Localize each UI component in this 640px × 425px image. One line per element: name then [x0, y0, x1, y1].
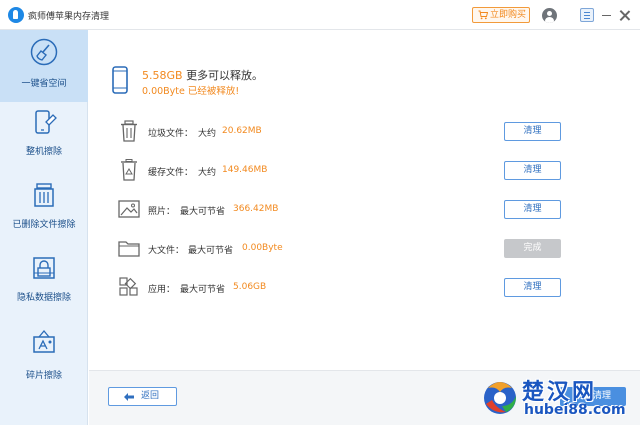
sidebar-item-wipe-device[interactable]: 整机擦除 — [0, 102, 88, 174]
sidebar-item-deleted-files[interactable]: 已删除文件擦除 — [0, 175, 88, 247]
row-size: 5.06GB — [233, 282, 267, 292]
list-item-photos: 照片： 最大可节省 366.42MB 清理 — [118, 198, 568, 222]
row-prefix: 最大可节省 — [180, 285, 226, 295]
watermark-logo-icon — [484, 382, 516, 414]
row-name: 缓存文件： — [148, 168, 194, 178]
freed-size: 0.00Byte — [142, 86, 185, 97]
sidebar-item-privacy-data[interactable]: 隐私数据擦除 — [0, 248, 88, 320]
phone-icon — [112, 66, 128, 94]
row-prefix: 最大可节省 — [188, 246, 234, 256]
watermark-url: hubei88.com — [524, 402, 626, 418]
sidebar-item-label: 隐私数据擦除 — [16, 293, 71, 303]
sidebar-item-label: 碎片擦除 — [25, 371, 62, 381]
row-name: 照片： — [148, 207, 176, 217]
user-avatar-icon[interactable] — [542, 8, 557, 23]
row-prefix: 大约 — [198, 168, 217, 178]
trash-can-icon — [121, 120, 137, 142]
privacy-lock-icon — [33, 257, 55, 279]
recycle-bin-icon — [121, 159, 137, 181]
sidebar-item-fragments[interactable]: 碎片擦除 — [0, 322, 88, 394]
app-title: 疯师傅苹果内存清理 — [28, 12, 110, 22]
watermark: 楚汉网 hubei88.com — [478, 372, 638, 424]
apps-grid-icon — [119, 277, 138, 296]
back-arrow-icon — [124, 393, 134, 401]
total-suffix: 更多可以释放。 — [186, 69, 264, 82]
summary-total: 5.58GB 更多可以释放。 — [142, 67, 263, 83]
cart-icon — [478, 10, 488, 20]
buy-now-label: 立即购买 — [490, 10, 527, 20]
sidebar-item-label: 一键省空间 — [21, 79, 67, 89]
row-name: 垃圾文件： — [148, 129, 194, 139]
back-label: 返回 — [141, 391, 160, 401]
row-size: 0.00Byte — [242, 243, 283, 253]
clean-apps-button[interactable]: 清理 — [504, 278, 561, 297]
menu-button[interactable] — [580, 8, 594, 22]
freed-suffix: 已经被释放! — [187, 86, 240, 97]
photo-icon — [118, 200, 140, 218]
broom-icon — [30, 38, 58, 66]
row-size: 149.46MB — [222, 165, 268, 175]
total-size: 5.58GB — [142, 69, 183, 82]
list-item-junk-files: 垃圾文件： 大约 20.62MB 清理 — [118, 120, 568, 144]
clean-cache-button[interactable]: 清理 — [504, 161, 561, 180]
sidebar-item-save-space[interactable]: 一键省空间 — [0, 30, 88, 102]
minimize-button[interactable] — [602, 15, 611, 16]
list-item-cache-files: 缓存文件： 大约 149.46MB 清理 — [118, 159, 568, 183]
fragment-icon — [33, 329, 55, 353]
row-size: 20.62MB — [222, 126, 262, 136]
sidebar-item-label: 已删除文件擦除 — [12, 220, 76, 230]
close-button[interactable] — [619, 10, 631, 22]
list-item-large-files: 大文件： 最大可节省 0.00Byte 完成 — [118, 237, 568, 261]
back-button[interactable]: 返回 — [108, 387, 177, 406]
clean-junk-button[interactable]: 清理 — [504, 122, 561, 141]
phone-eraser-icon — [35, 110, 57, 134]
title-bar: 疯师傅苹果内存清理 立即购买 — [0, 0, 640, 30]
row-size: 366.42MB — [233, 204, 279, 214]
buy-now-button[interactable]: 立即购买 — [472, 7, 530, 23]
row-name: 大文件： — [148, 246, 185, 256]
large-files-done-button[interactable]: 完成 — [504, 239, 561, 258]
row-name: 应用： — [148, 285, 176, 295]
app-logo-icon — [8, 7, 24, 23]
row-prefix: 最大可节省 — [180, 207, 226, 217]
sidebar: 一键省空间 整机擦除 已删除文件擦除 隐私数据擦除 碎片擦除 — [0, 30, 88, 425]
sidebar-item-label: 整机擦除 — [25, 147, 62, 157]
list-item-apps: 应用： 最大可节省 5.06GB 清理 — [118, 276, 568, 300]
clean-photos-button[interactable]: 清理 — [504, 200, 561, 219]
trash-file-icon — [34, 183, 54, 207]
summary-freed: 0.00Byte 已经被释放! — [142, 83, 239, 97]
row-prefix: 大约 — [198, 129, 217, 139]
folder-icon — [118, 241, 140, 257]
